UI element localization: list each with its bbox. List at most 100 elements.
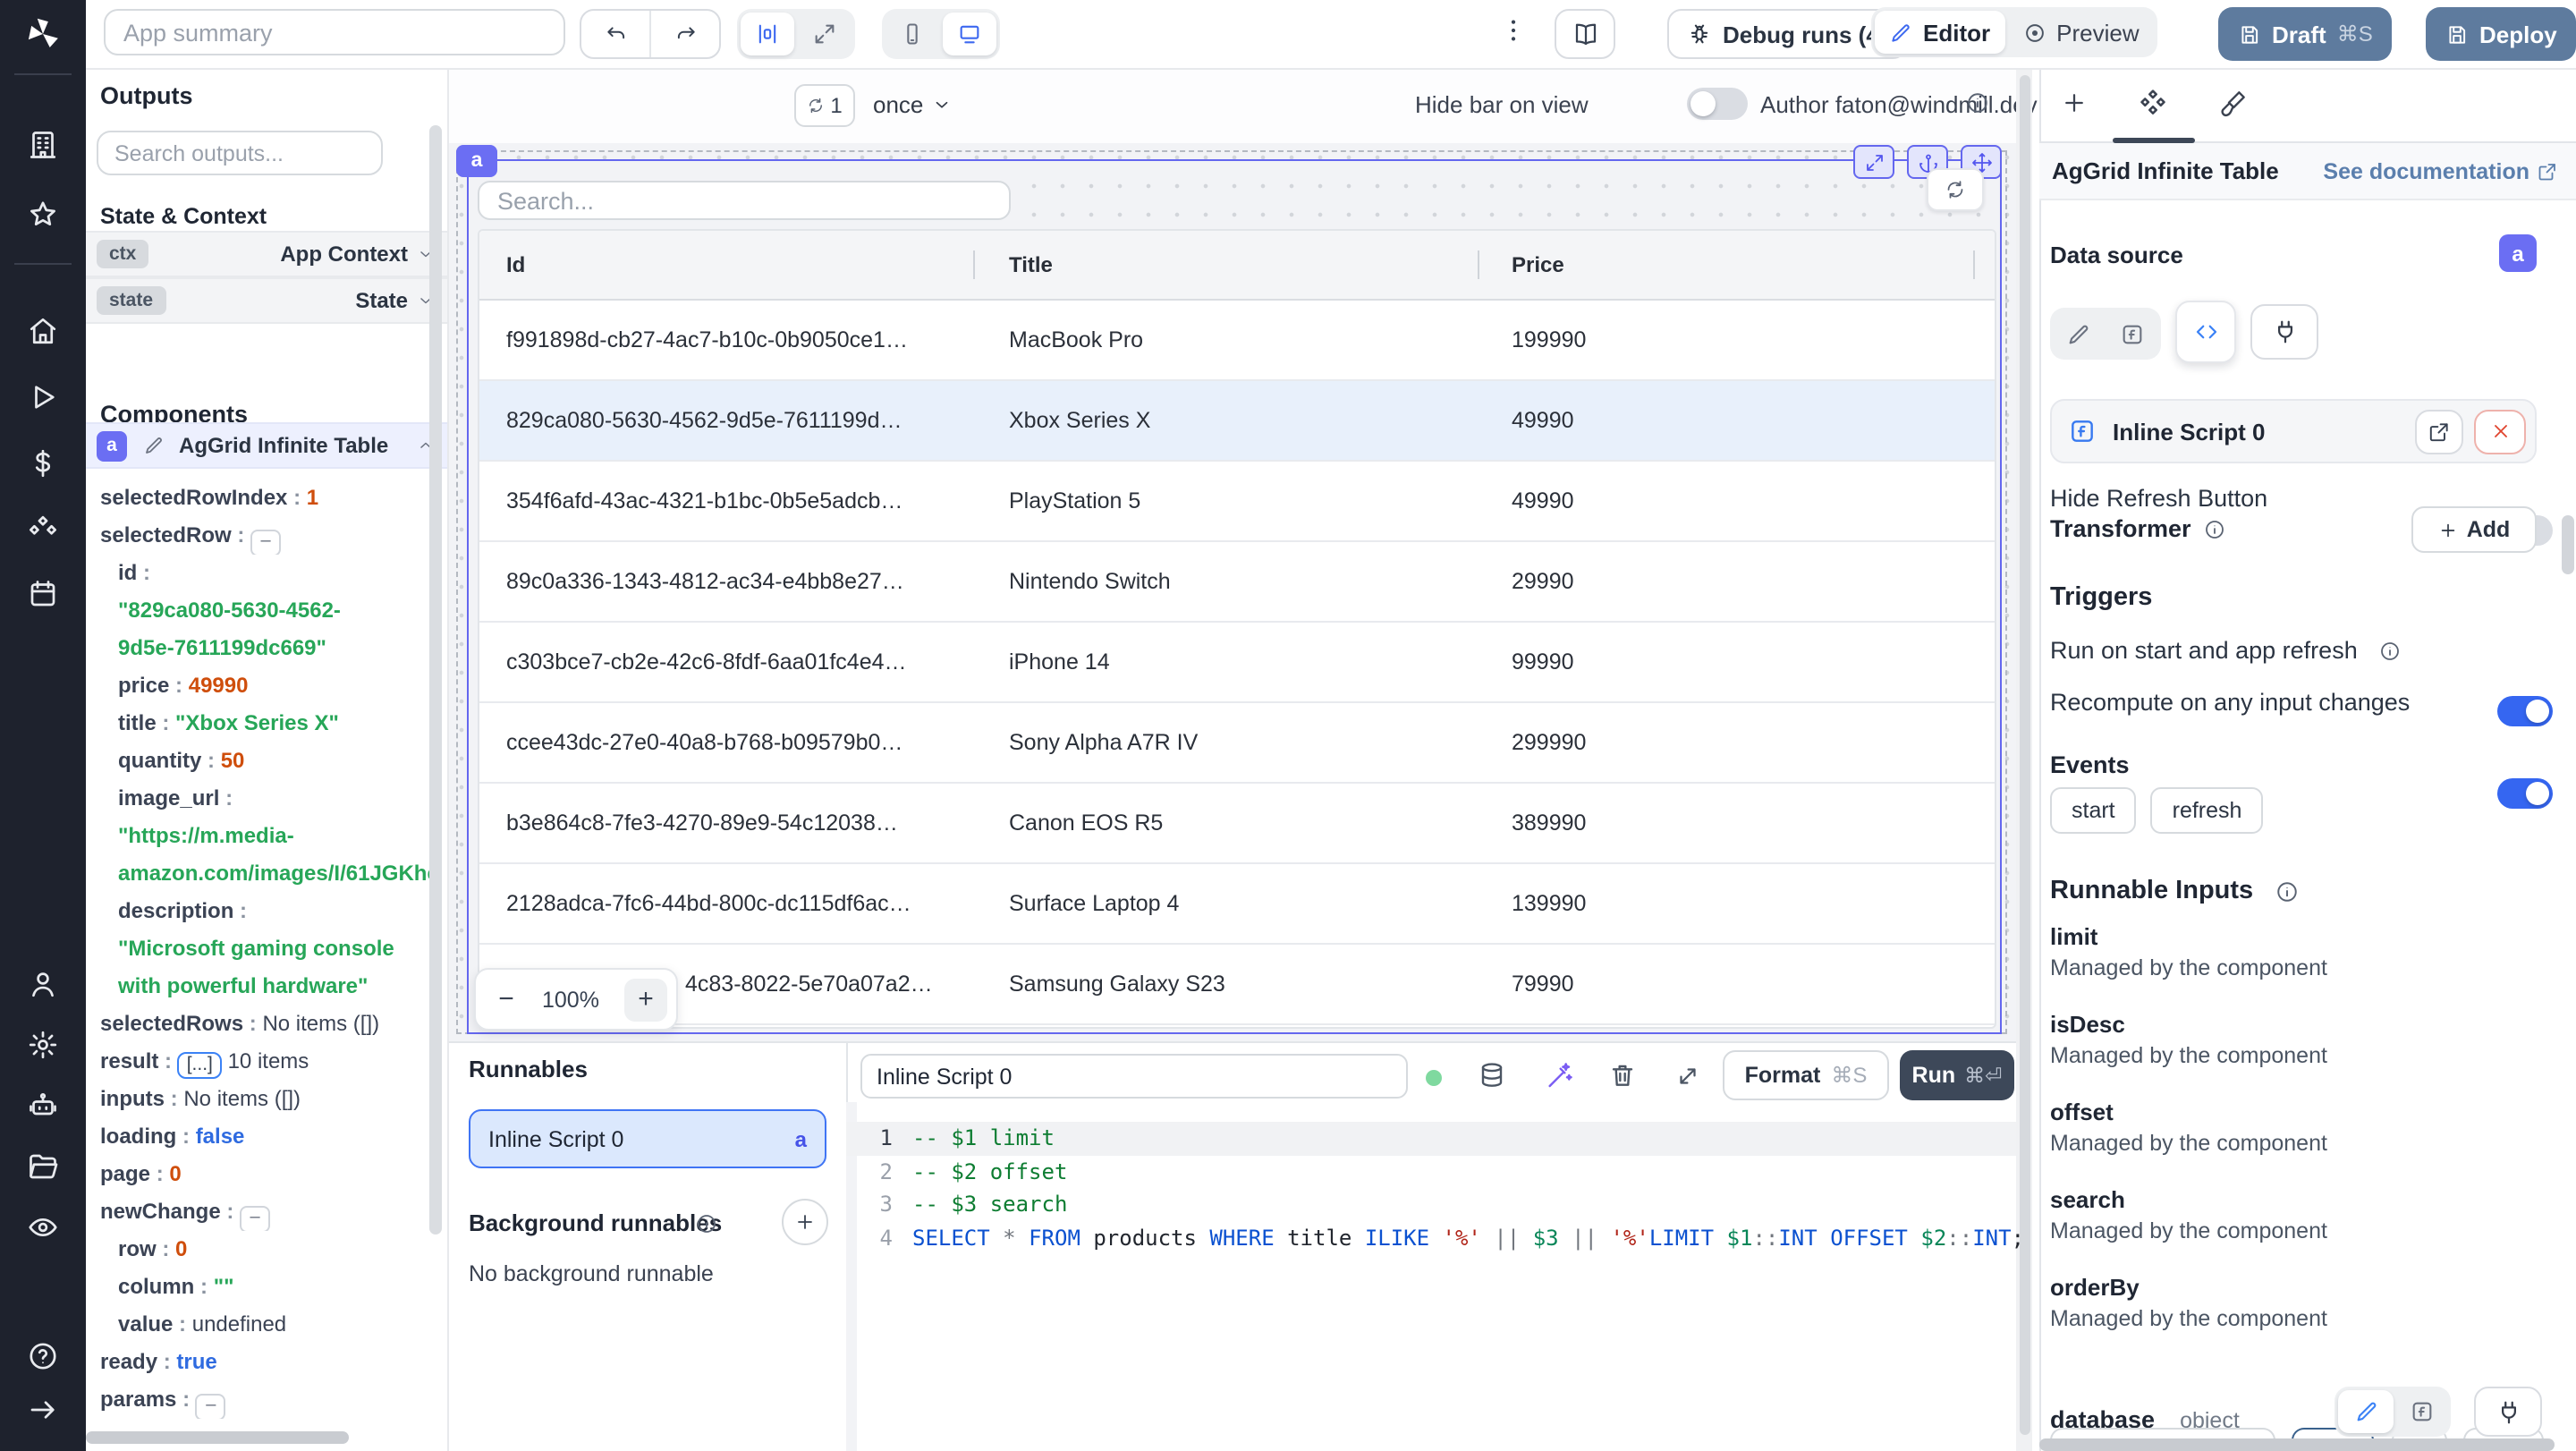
event-chip-refresh[interactable]: refresh — [2150, 787, 2264, 834]
output-prop-row[interactable]: "Microsoft gaming console — [86, 930, 436, 968]
cubes-icon[interactable] — [27, 513, 59, 546]
output-prop-row[interactable]: row : 0 — [86, 1231, 436, 1269]
output-prop-row[interactable]: result : [...] 10 items — [86, 1043, 436, 1081]
info-icon[interactable] — [2204, 519, 2225, 540]
gear-icon[interactable] — [27, 1029, 59, 1061]
calendar-icon[interactable] — [27, 578, 59, 610]
components-tab-icon[interactable] — [2138, 88, 2168, 118]
eye-icon[interactable] — [27, 1211, 59, 1243]
help-icon[interactable] — [27, 1340, 59, 1372]
column-resize-handle[interactable] — [1478, 250, 1479, 279]
code-line[interactable]: 1 -- $1 limit — [846, 1122, 2016, 1155]
output-prop-row[interactable]: ready : true — [86, 1344, 436, 1381]
ctx-row[interactable]: ctx App Context — [86, 231, 447, 277]
outputs-scrollbar[interactable] — [429, 125, 442, 1235]
output-prop-row[interactable]: description : — [86, 893, 436, 930]
add-transformer-button[interactable]: Add — [2411, 506, 2537, 553]
code-editor[interactable]: 1 -- $1 limit 2 -- $2 offset 3 -- $3 search 4 S… — [846, 1122, 2025, 1254]
undo-button[interactable] — [581, 11, 649, 57]
connect-mode-button[interactable] — [2474, 1387, 2542, 1437]
eval-mode-button[interactable] — [2107, 311, 2157, 356]
output-prop-row[interactable]: loading : false — [86, 1118, 436, 1156]
remove-script-button[interactable] — [2474, 409, 2526, 454]
search-outputs-input[interactable] — [97, 131, 383, 175]
expand-editor-icon[interactable] — [1674, 1063, 1701, 1090]
schedule-select[interactable]: once — [873, 84, 952, 123]
runnable-item[interactable]: Inline Script 0 a — [469, 1109, 826, 1168]
robot-icon[interactable] — [27, 1090, 59, 1122]
user-icon[interactable] — [27, 968, 59, 1000]
table-row[interactable]: c303bce7-cb2e-42c6-8fdf-6aa01fc4e4… iPhon… — [479, 623, 1995, 703]
output-prop-row[interactable]: selectedRows : No items ([]) — [86, 1006, 436, 1043]
ai-wand-icon[interactable] — [1544, 1061, 1572, 1090]
column-header-price[interactable]: Price — [1478, 252, 1995, 277]
more-menu-button[interactable] — [1499, 16, 1528, 54]
redo-button[interactable] — [649, 11, 719, 57]
dollar-icon[interactable] — [27, 447, 59, 479]
settings-scrollbar[interactable] — [2562, 515, 2574, 574]
rename-icon[interactable] — [143, 435, 165, 456]
output-prop-row[interactable]: newChange : – — [86, 1193, 436, 1231]
database-icon[interactable] — [1478, 1061, 1506, 1090]
tab-editor[interactable]: Editor — [1875, 11, 2005, 54]
table-row[interactable]: 2128adca-7fc6-44bd-800c-dc115df6ac… Surfa… — [479, 864, 1995, 945]
output-prop-row[interactable]: selectedRowIndex : 1 — [86, 479, 436, 517]
add-background-runnable-button[interactable] — [782, 1199, 828, 1245]
table-row[interactable]: ccee43dc-27e0-40a8-b768-b09579b0… Sony Al… — [479, 703, 1995, 784]
column-header-title[interactable]: Title — [973, 252, 1478, 277]
info-icon[interactable] — [696, 1213, 717, 1235]
table-row[interactable]: 354f6afd-43ac-4321-b1bc-0b5e5adcb… PlaySt… — [479, 462, 1995, 542]
outputs-hscrollbar[interactable] — [86, 1431, 349, 1444]
zoom-out-button[interactable]: − — [485, 978, 528, 1021]
output-prop-row[interactable]: amazon.com/images/I/61JGKhc — [86, 855, 436, 893]
play-icon[interactable] — [27, 381, 59, 413]
mobile-view-button[interactable] — [886, 13, 939, 55]
building-icon[interactable] — [27, 129, 59, 161]
output-prop-row[interactable]: page : 0 — [86, 1156, 436, 1193]
settings-hscrollbar[interactable] — [2039, 1438, 2555, 1451]
output-prop-row[interactable]: params : – — [86, 1381, 436, 1419]
output-prop-row[interactable]: "829ca080-5630-4562- — [86, 592, 436, 630]
deploy-button[interactable]: Deploy — [2426, 7, 2576, 61]
app-summary-input[interactable] — [104, 9, 565, 55]
column-header-id[interactable]: Id — [479, 252, 973, 277]
code-line[interactable]: 4 SELECT * FROM products WHERE title ILIK… — [846, 1221, 2025, 1254]
event-chip-start[interactable]: start — [2050, 787, 2137, 834]
windmill-logo-icon[interactable] — [23, 14, 63, 54]
output-prop-row[interactable]: with powerful hardware" — [86, 968, 436, 1006]
draft-button[interactable]: Draft ⌘S — [2218, 7, 2393, 61]
run-on-start-toggle[interactable] — [2497, 696, 2553, 726]
zoom-in-button[interactable]: + — [624, 978, 667, 1021]
open-script-button[interactable] — [2415, 409, 2463, 454]
tab-preview[interactable]: Preview — [2008, 11, 2154, 54]
add-component-tab-icon[interactable] — [2061, 89, 2088, 116]
folder-icon[interactable] — [27, 1150, 59, 1183]
output-prop-row[interactable]: id : — [86, 555, 436, 592]
info-icon[interactable] — [1966, 91, 1989, 115]
table-row[interactable]: f991898d-cb27-4ac7-b10c-0b9050ce1… MacBoo… — [479, 301, 1995, 381]
static-mode-button[interactable] — [2054, 311, 2104, 356]
state-row[interactable]: state State — [86, 277, 447, 324]
code-line[interactable]: 3 -- $3 search — [846, 1188, 2016, 1221]
format-button[interactable]: Format ⌘S — [1723, 1050, 1889, 1100]
code-mode-button[interactable] — [2175, 301, 2236, 363]
table-row[interactable]: b3e864c8-7fe3-4270-89e9-54c12038… Canon E… — [479, 784, 1995, 864]
table-row[interactable]: 829ca080-5630-4562-9d5e-7611199d… Xbox Se… — [479, 381, 1995, 462]
info-icon[interactable] — [2379, 641, 2401, 662]
eval-mode-button[interactable] — [2397, 1390, 2447, 1433]
home-icon[interactable] — [27, 315, 59, 347]
info-icon[interactable] — [2275, 880, 2299, 904]
output-prop-row[interactable]: value : undefined — [86, 1306, 436, 1344]
desktop-view-button[interactable] — [943, 13, 996, 55]
output-prop-row[interactable]: "https://m.media- — [86, 818, 436, 855]
see-documentation-link[interactable]: See documentation — [2323, 158, 2558, 183]
output-prop-row[interactable]: column : "" — [86, 1269, 436, 1306]
delete-icon[interactable] — [1608, 1061, 1637, 1090]
output-prop-row[interactable]: inputs : No items ([]) — [86, 1081, 436, 1118]
output-prop-row[interactable]: selectedRow : – — [86, 517, 436, 555]
inline-script-row[interactable]: Inline Script 0 — [2050, 399, 2537, 463]
table-refresh-button[interactable] — [1927, 168, 1984, 211]
output-prop-row[interactable]: 9d5e-7611199dc669" — [86, 630, 436, 667]
table-row[interactable]: 89c0a336-1343-4812-ac34-e4bb8e27… Nintend… — [479, 542, 1995, 623]
component-list-item[interactable]: a AgGrid Infinite Table — [86, 422, 447, 469]
